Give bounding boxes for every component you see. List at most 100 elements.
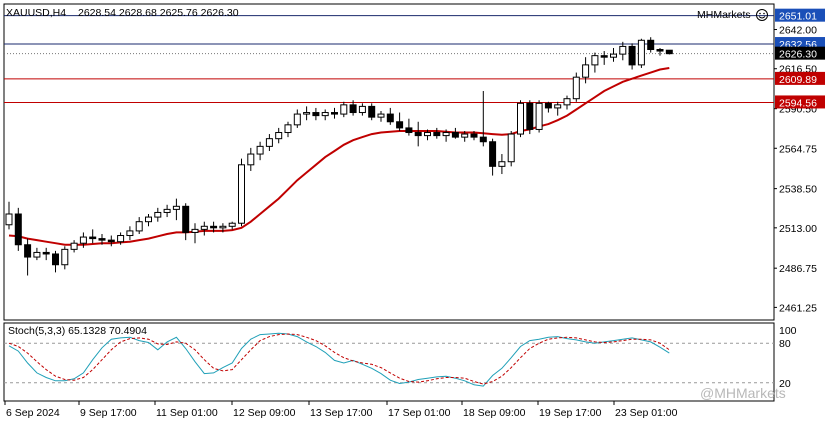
candle-body-up — [163, 208, 171, 213]
candle — [61, 246, 69, 270]
candle — [52, 250, 59, 273]
time-tick-label: 18 Sep 09:00 — [463, 407, 526, 419]
candle-body-up — [535, 102, 543, 130]
moving-average-layer — [8, 67, 670, 246]
price-badge-label: 2626.30 — [779, 49, 817, 61]
candle-body-up — [572, 76, 580, 100]
candle-body-up — [507, 133, 515, 163]
watermark: @MHMarkets — [700, 385, 786, 401]
candle-body-down — [386, 113, 394, 123]
candle — [107, 235, 115, 247]
price-tick-label: 2461.25 — [779, 302, 817, 314]
candle-body-up — [610, 53, 617, 58]
candle-body-up — [126, 230, 134, 237]
price-axis: 2642.002616.502590.502564.752538.502513.… — [774, 25, 817, 314]
candle-body-up — [591, 55, 599, 66]
candle-body-up — [377, 113, 385, 118]
candle-body-up — [79, 236, 87, 244]
candle — [284, 121, 292, 138]
moving-average-line — [8, 67, 670, 246]
candle — [154, 207, 162, 222]
candle — [479, 91, 487, 147]
candle-body-up — [340, 104, 348, 115]
candle — [340, 101, 348, 118]
candle — [582, 57, 590, 84]
candle — [135, 217, 143, 234]
candle — [498, 154, 506, 175]
candle — [572, 72, 580, 102]
candle — [610, 47, 617, 62]
candle — [182, 203, 190, 241]
candle-body-down — [312, 112, 320, 117]
candle — [33, 247, 41, 261]
candle-body-down — [600, 55, 608, 58]
candle — [544, 101, 552, 113]
stochastic-label: Stoch(5,3,3) 65.1328 70.4904 — [8, 325, 147, 337]
candle — [433, 127, 441, 139]
candle — [238, 158, 245, 227]
candle-body-up — [582, 64, 590, 78]
candle-body-down — [396, 121, 404, 129]
candle — [303, 106, 311, 121]
candle-body-down — [656, 49, 664, 52]
candle — [200, 221, 208, 236]
candle-body-down — [665, 49, 673, 55]
candle — [321, 109, 329, 121]
candle-body-up — [247, 153, 255, 166]
candle — [247, 147, 255, 171]
candle-body-down — [489, 141, 497, 167]
candle-body-up — [498, 161, 506, 167]
time-tick-label: 13 Sep 17:00 — [310, 407, 373, 419]
candle — [358, 103, 366, 116]
candle-body-up — [517, 102, 524, 135]
chart-root: 80 20 100 2642.00 2616.50 2590.50 2564.75 2538… — [0, 0, 828, 425]
candle-body-down — [331, 112, 338, 115]
time-tick-label: 11 Sep 01:00 — [156, 407, 218, 419]
candle — [145, 214, 152, 227]
candle — [396, 112, 404, 131]
candle-body-up — [5, 213, 13, 226]
time-tick-label: 23 Sep 01:00 — [615, 407, 678, 419]
candle-body-down — [14, 213, 22, 246]
candle — [275, 127, 283, 144]
candle — [191, 223, 199, 244]
horizontal-lines — [4, 15, 774, 103]
candle-body-up — [554, 104, 562, 109]
time-tick-label: 9 Sep 17:00 — [80, 407, 137, 419]
candle-body-up — [563, 98, 571, 106]
candle-body-up — [275, 132, 283, 140]
candle — [554, 101, 562, 116]
symbol-ohlc-label: XAUUSD,H4 — [6, 7, 66, 19]
candle-body-up — [191, 228, 199, 233]
stoch-top-label: 100 — [779, 325, 797, 337]
candle-body-down — [544, 102, 552, 109]
candlestick-chart[interactable]: 8020100 2642.002616.502590.502564.752538… — [0, 0, 828, 425]
candle-body-up — [33, 251, 41, 258]
candle — [256, 141, 264, 161]
candle-body-up — [70, 242, 78, 250]
candle-body-down — [368, 105, 376, 118]
candle — [331, 107, 338, 119]
price-tick-label: 2513.00 — [779, 223, 817, 235]
candle — [526, 100, 534, 135]
candle — [70, 240, 78, 253]
candle — [172, 198, 180, 221]
candle-body-down — [433, 132, 441, 137]
time-axis: 6 Sep 2024 9 Sep 17:00 11 Sep 01:00 12 Sep … — [4, 401, 678, 419]
chart-frames — [3, 3, 775, 402]
candle — [126, 226, 134, 241]
candle — [386, 107, 394, 125]
candle-body-up — [61, 248, 69, 266]
candle — [637, 38, 645, 68]
time-tick-label: 6 Sep 2024 — [6, 407, 60, 419]
candle-body-down — [349, 104, 357, 114]
candle-body-up — [154, 211, 162, 218]
candle — [507, 130, 515, 167]
candle-body-up — [619, 45, 627, 55]
candle — [89, 229, 97, 244]
candle-body-up — [219, 225, 227, 229]
candle-body-up — [265, 138, 273, 147]
candle — [656, 47, 664, 56]
price-tick-label: 2642.00 — [779, 25, 817, 37]
candle — [535, 100, 543, 133]
